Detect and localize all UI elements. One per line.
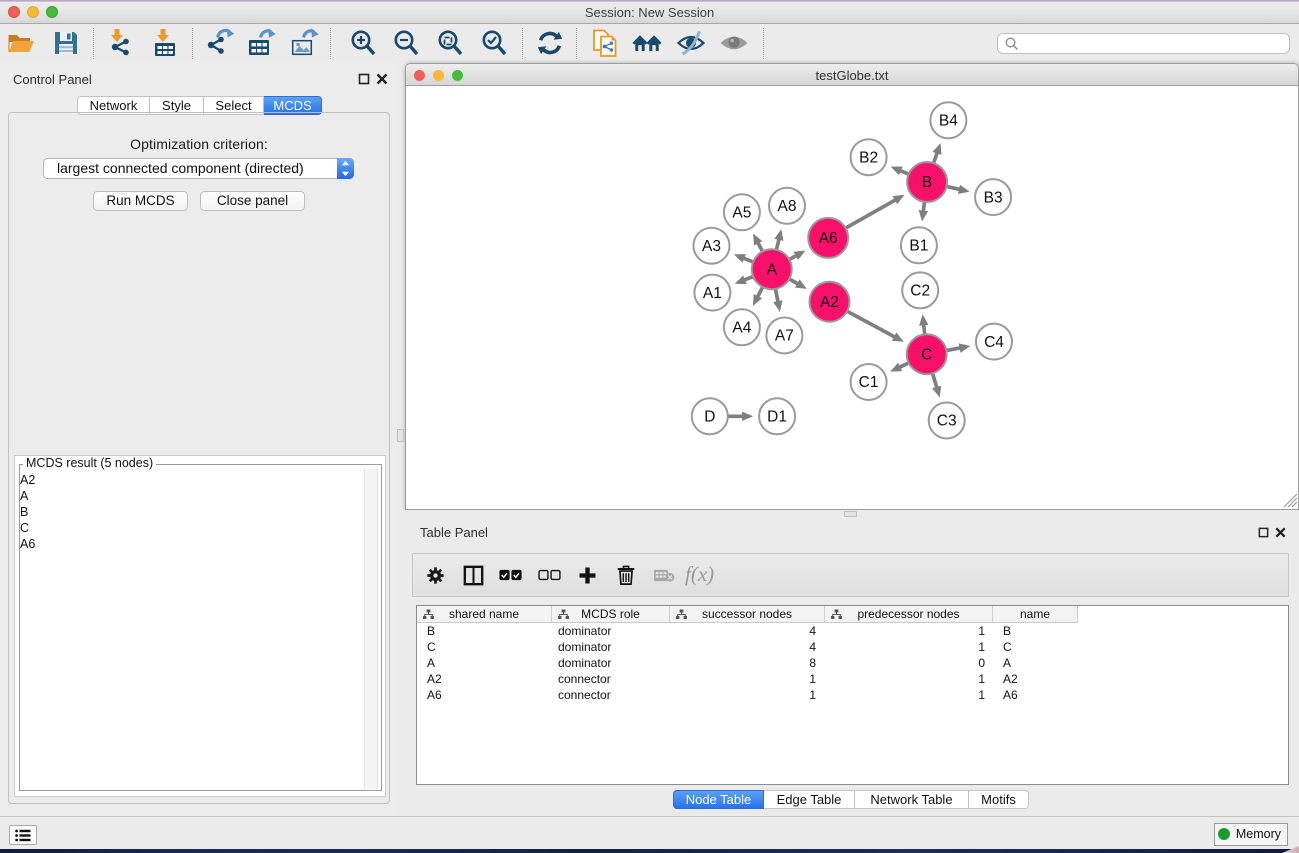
svg-text:C2: C2 (910, 283, 930, 300)
svg-text:A1: A1 (703, 285, 722, 302)
svg-text:C3: C3 (937, 413, 957, 430)
svg-text:A4: A4 (732, 320, 751, 337)
svg-text:B: B (922, 174, 932, 191)
svg-text:A5: A5 (732, 205, 751, 222)
svg-text:A8: A8 (778, 198, 797, 215)
svg-text:B4: B4 (939, 113, 958, 130)
svg-text:A7: A7 (775, 328, 794, 345)
svg-text:B3: B3 (984, 189, 1003, 206)
svg-text:B2: B2 (859, 149, 878, 166)
svg-text:A3: A3 (702, 238, 721, 255)
svg-text:B1: B1 (909, 238, 928, 255)
svg-text:A: A (767, 261, 778, 278)
svg-text:C4: C4 (984, 334, 1004, 351)
svg-text:C1: C1 (859, 374, 879, 391)
svg-text:A6: A6 (819, 230, 838, 247)
svg-text:A2: A2 (820, 294, 839, 311)
svg-text:D: D (704, 409, 715, 426)
svg-text:C: C (921, 346, 932, 363)
svg-text:D1: D1 (767, 409, 787, 426)
